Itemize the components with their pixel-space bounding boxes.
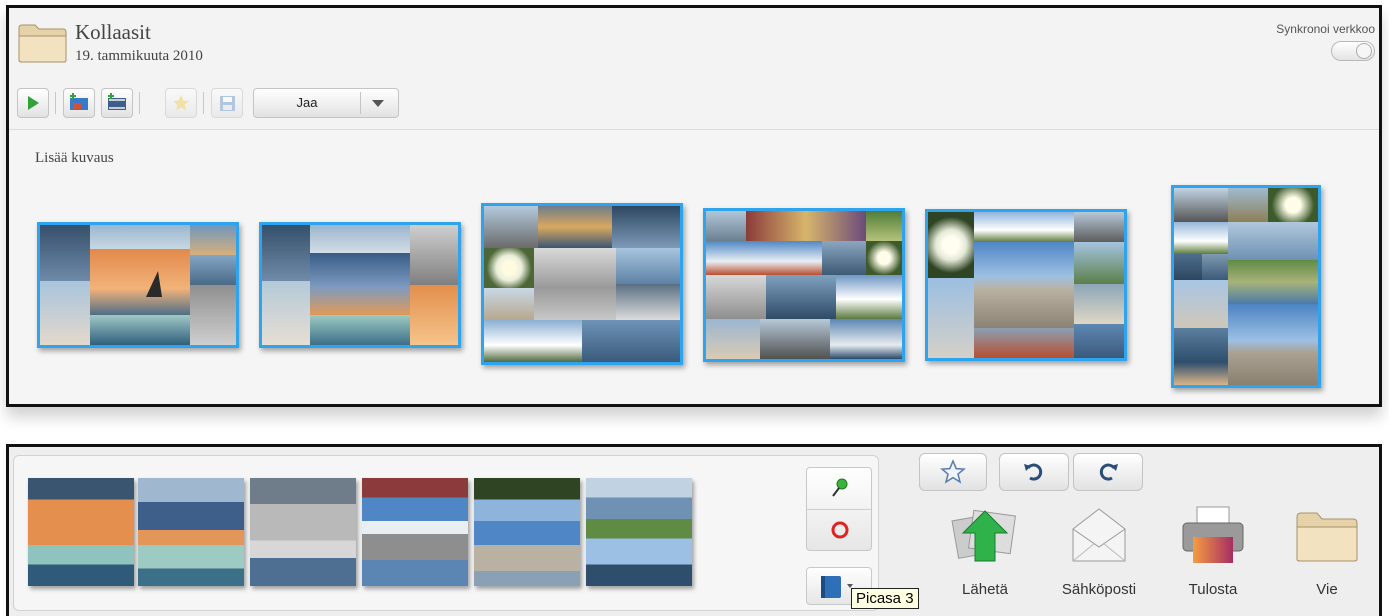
add-caption-field[interactable]: Lisää kuvaus bbox=[35, 150, 114, 167]
album-header: Kollaasit 19. tammikuuta 2010 Synkronoi … bbox=[9, 8, 1379, 130]
play-slideshow-button[interactable] bbox=[17, 88, 49, 118]
collage-thumbnail[interactable] bbox=[703, 208, 905, 362]
folder-icon bbox=[18, 24, 67, 63]
toolbar-separator bbox=[55, 92, 56, 114]
star-button[interactable] bbox=[165, 88, 197, 118]
tooltip: Picasa 3 bbox=[851, 588, 919, 609]
album-panel: Kollaasit 19. tammikuuta 2010 Synkronoi … bbox=[6, 5, 1382, 407]
tray-thumbnail[interactable] bbox=[362, 478, 468, 586]
tray-side-buttons bbox=[806, 467, 872, 551]
rotate-right-button[interactable] bbox=[1073, 453, 1143, 491]
star-icon bbox=[173, 95, 189, 111]
album-date[interactable]: 19. tammikuuta 2010 bbox=[75, 48, 203, 65]
sync-toggle-knob bbox=[1356, 43, 1372, 59]
add-movie-button[interactable] bbox=[101, 88, 133, 118]
rotate-right-icon bbox=[1099, 463, 1118, 481]
tray-thumbnail[interactable] bbox=[138, 478, 244, 586]
red-eye-icon[interactable] bbox=[829, 519, 851, 541]
share-button[interactable]: Jaa bbox=[253, 88, 399, 118]
pin-icon[interactable] bbox=[829, 477, 851, 499]
upload-label: Lähetä bbox=[962, 581, 1008, 598]
export-label: Vie bbox=[1316, 581, 1338, 598]
add-picture-button[interactable] bbox=[63, 88, 95, 118]
bottom-panel: Picasa 3 Lähetä Sähköposti Tulosta Vie bbox=[6, 444, 1382, 616]
collage-thumbnail[interactable] bbox=[37, 222, 239, 348]
print-label: Tulosta bbox=[1188, 581, 1238, 598]
add-movie-icon bbox=[108, 93, 126, 110]
rotate-left-button[interactable] bbox=[999, 453, 1069, 491]
collage-thumbnail[interactable] bbox=[259, 222, 461, 348]
sync-toggle[interactable] bbox=[1331, 41, 1375, 61]
tray-thumbnail[interactable] bbox=[586, 478, 692, 586]
upload-icon bbox=[951, 509, 1017, 562]
chevron-down-icon[interactable] bbox=[372, 100, 384, 107]
play-icon bbox=[28, 96, 39, 110]
save-icon bbox=[220, 96, 235, 111]
sync-label: Synkronoi verkkoo bbox=[1276, 22, 1375, 36]
printer-icon bbox=[1182, 506, 1244, 563]
toolbar-separator bbox=[203, 92, 204, 114]
star-button[interactable] bbox=[919, 453, 987, 491]
photo-tray bbox=[13, 455, 879, 611]
star-outline-icon bbox=[940, 459, 966, 484]
share-label: Jaa bbox=[296, 95, 318, 110]
email-label: Sähköposti bbox=[1061, 581, 1137, 598]
album-title[interactable]: Kollaasit bbox=[75, 20, 151, 45]
tray-thumbnail[interactable] bbox=[250, 478, 356, 586]
tray-thumbnail[interactable] bbox=[474, 478, 580, 586]
collage-thumbnail[interactable] bbox=[925, 209, 1127, 361]
divider bbox=[807, 509, 871, 510]
tray-thumbnail[interactable] bbox=[28, 478, 134, 586]
email-action[interactable]: Sähköposti bbox=[1039, 499, 1159, 609]
add-picture-icon bbox=[70, 93, 88, 110]
folder-icon bbox=[1296, 512, 1358, 562]
save-button[interactable] bbox=[211, 88, 243, 118]
rotate-left-icon bbox=[1024, 463, 1043, 481]
collage-thumbnail[interactable] bbox=[481, 203, 683, 365]
share-divider bbox=[360, 92, 361, 114]
collage-thumbnail[interactable] bbox=[1171, 185, 1321, 388]
export-action[interactable]: Vie bbox=[1267, 499, 1379, 609]
print-action[interactable]: Tulosta bbox=[1153, 499, 1273, 609]
email-icon bbox=[1072, 508, 1126, 562]
toolbar-separator bbox=[139, 92, 140, 114]
upload-action[interactable]: Lähetä bbox=[925, 499, 1045, 609]
